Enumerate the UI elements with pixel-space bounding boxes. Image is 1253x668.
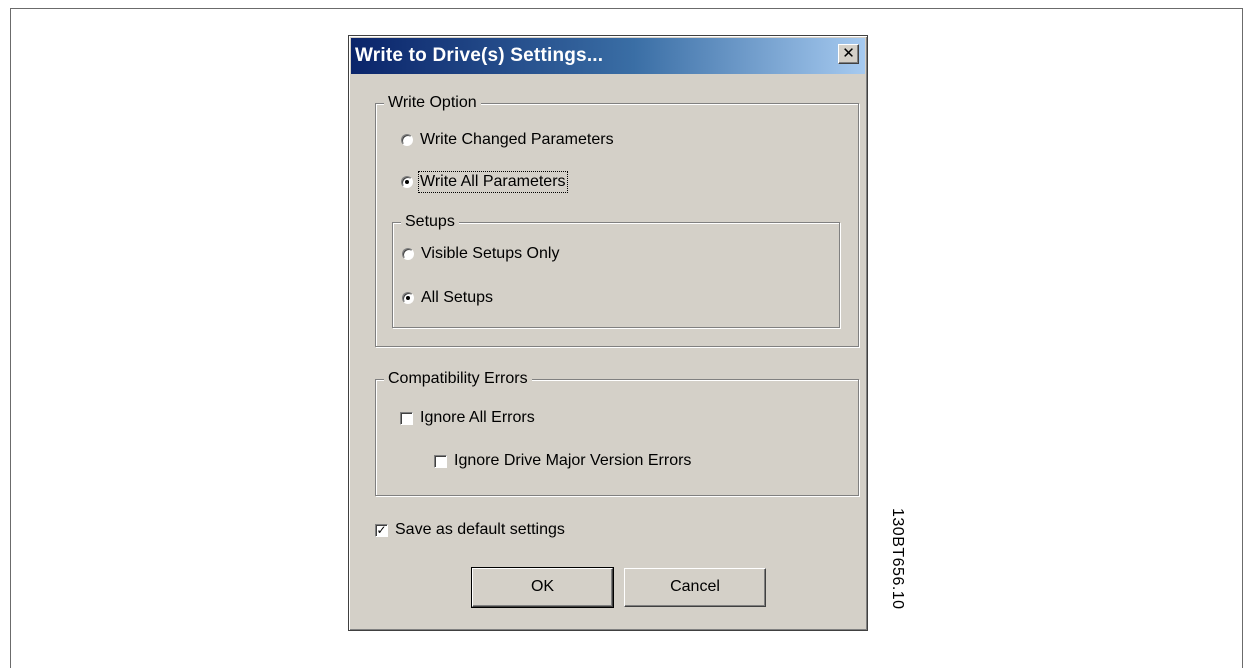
radio-write-changed-label: Write Changed Parameters xyxy=(420,131,614,148)
dialog-title: Write to Drive(s) Settings... xyxy=(355,45,604,66)
checkbox-ignore-major-version-label: Ignore Drive Major Version Errors xyxy=(454,452,692,469)
checkbox-save-default[interactable]: ✓ Save as default settings xyxy=(375,521,565,539)
radio-all-setups-label: All Setups xyxy=(421,289,494,306)
checkbox[interactable] xyxy=(400,411,413,425)
checkbox[interactable] xyxy=(434,454,447,468)
close-button[interactable]: ✕ xyxy=(838,44,859,64)
compatibility-errors-label: Compatibility Errors xyxy=(384,370,532,388)
radio-write-all-label: Write All Parameters xyxy=(418,171,568,193)
radio-write-all[interactable]: Write All Parameters xyxy=(401,171,568,193)
radio-write-changed[interactable]: Write Changed Parameters xyxy=(401,131,614,149)
figure-code: 130BT656.10 xyxy=(889,508,906,610)
radio-visible-setups-label: Visible Setups Only xyxy=(421,245,560,262)
radio-all-setups[interactable]: All Setups xyxy=(402,289,493,307)
radio-visible-setups[interactable]: Visible Setups Only xyxy=(402,245,559,263)
write-option-group: Write Option Write Changed Parameters Wr… xyxy=(375,94,859,347)
setups-group: Setups Visible Setups Only All Setups xyxy=(392,213,840,328)
write-settings-dialog: Write to Drive(s) Settings... ✕ Write Op… xyxy=(348,35,868,631)
compatibility-errors-group: Compatibility Errors Ignore All Errors I… xyxy=(375,370,859,496)
radio-button-selected[interactable] xyxy=(402,292,414,304)
radio-button[interactable] xyxy=(401,134,413,146)
cancel-button[interactable]: Cancel xyxy=(624,568,766,607)
radio-button[interactable] xyxy=(402,248,414,260)
checkbox-ignore-major-version[interactable]: Ignore Drive Major Version Errors xyxy=(434,452,691,470)
close-icon: ✕ xyxy=(842,45,855,62)
ok-button[interactable]: OK xyxy=(471,567,614,608)
title-bar[interactable]: Write to Drive(s) Settings... ✕ xyxy=(351,38,865,74)
radio-button-selected[interactable] xyxy=(401,176,413,188)
checkbox-save-default-label: Save as default settings xyxy=(395,521,565,538)
checkbox-ignore-all-errors[interactable]: Ignore All Errors xyxy=(400,409,535,427)
checkbox-ignore-all-errors-label: Ignore All Errors xyxy=(420,409,535,426)
write-option-label: Write Option xyxy=(384,94,481,112)
checkbox-checked[interactable]: ✓ xyxy=(375,523,388,537)
setups-label: Setups xyxy=(401,213,459,231)
